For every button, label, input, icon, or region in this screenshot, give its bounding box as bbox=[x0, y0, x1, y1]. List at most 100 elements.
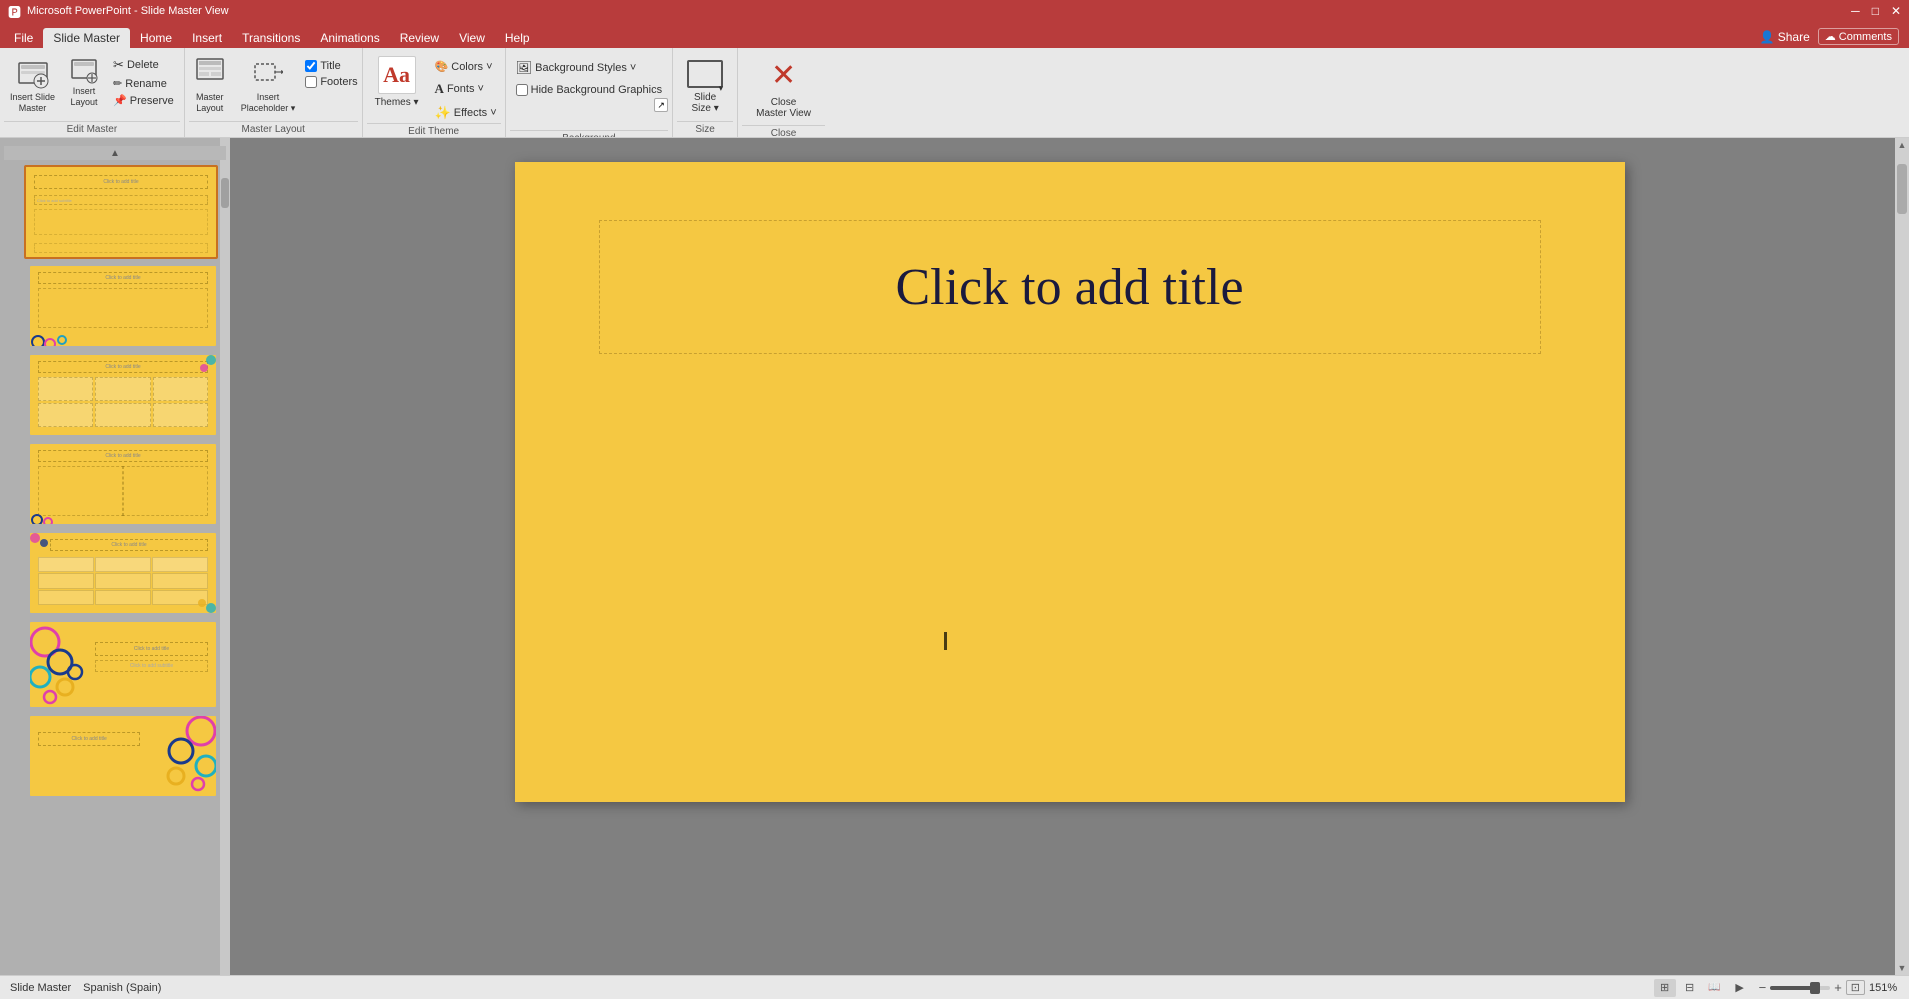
normal-view-btn[interactable]: ⊞ bbox=[1654, 979, 1676, 997]
status-view: Slide Master bbox=[10, 982, 71, 994]
ribbon: Insert SlideMaster InsertLayout bbox=[0, 48, 1909, 138]
insert-layout-btn[interactable]: InsertLayout bbox=[63, 52, 105, 121]
slideshow-btn[interactable]: ▶ bbox=[1729, 979, 1751, 997]
insert-placeholder-btn[interactable]: InsertPlaceholder ▾ bbox=[235, 52, 302, 118]
preserve-icon: 📌 bbox=[113, 94, 127, 107]
rename-icon: ✏ bbox=[113, 77, 122, 90]
share-btn[interactable]: 👤 Share bbox=[1760, 30, 1810, 44]
edit-master-label: Edit Master bbox=[4, 121, 180, 137]
edit-theme-label: Edit Theme bbox=[367, 123, 501, 138]
slide-title-text: Click to add title bbox=[895, 258, 1243, 317]
slide-title-placeholder[interactable]: Click to add title bbox=[599, 220, 1541, 354]
slide-sorter-btn[interactable]: ⊟ bbox=[1679, 979, 1701, 997]
slide-thumb-inner-3: Click to add title bbox=[30, 355, 216, 435]
tab-review[interactable]: Review bbox=[390, 28, 449, 48]
share-icon: 👤 bbox=[1760, 30, 1775, 44]
slide-thumb-inner-4: Click to add title bbox=[30, 444, 216, 524]
ribbon-tabs-bar: File Slide Master Home Insert Transition… bbox=[0, 22, 1909, 48]
slide-size-icon: ▾ bbox=[687, 60, 723, 88]
insert-layout-icon bbox=[69, 56, 99, 86]
insert-placeholder-icon bbox=[253, 56, 283, 92]
tab-file[interactable]: File bbox=[4, 28, 43, 48]
canvas-area: Click to add title ▲ ▼ bbox=[230, 138, 1909, 975]
comments-btn[interactable]: ☁ Comments bbox=[1818, 28, 1899, 45]
slide-thumb-inner-2: Click to add title bbox=[30, 266, 216, 346]
ribbon-group-close: ✕ CloseMaster View Close bbox=[738, 48, 829, 137]
slide-thumb-2[interactable]: Click to add title bbox=[28, 264, 218, 348]
status-language: Spanish (Spain) bbox=[83, 982, 161, 994]
title-bar: 🅿 Microsoft PowerPoint - Slide Master Vi… bbox=[0, 0, 1909, 22]
slide-thumb-6[interactable]: Click to add title Click to add subtitle bbox=[28, 620, 218, 709]
tab-animations[interactable]: Animations bbox=[310, 28, 389, 48]
delete-icon: ✂ bbox=[113, 57, 124, 73]
close-app-btn[interactable]: ✕ bbox=[1891, 4, 1901, 18]
main-area: ▲ Click to add title Click to add subtit… bbox=[0, 138, 1909, 975]
footers-checkbox[interactable]: Footers bbox=[305, 76, 357, 88]
tab-insert[interactable]: Insert bbox=[182, 28, 232, 48]
app-icon: 🅿 bbox=[8, 2, 21, 21]
ribbon-group-background: 🖼 Background Styles ˅ Hide Background Gr… bbox=[506, 48, 673, 137]
slide-panel-scrollbar[interactable] bbox=[220, 138, 230, 975]
tab-transitions[interactable]: Transitions bbox=[232, 28, 310, 48]
bg-styles-icon: 🖼 bbox=[516, 60, 533, 76]
effects-btn[interactable]: ✨ Effects ˅ bbox=[431, 103, 501, 123]
tab-help[interactable]: Help bbox=[495, 28, 540, 48]
canvas-vscrollbar[interactable]: ▲ ▼ bbox=[1895, 138, 1909, 975]
title-checkbox[interactable]: Title bbox=[305, 60, 357, 72]
tab-home[interactable]: Home bbox=[130, 28, 182, 48]
background-styles-btn[interactable]: 🖼 Background Styles ˅ bbox=[510, 58, 668, 78]
zoom-area: − + ⊡ 151% bbox=[1759, 980, 1899, 995]
slide-thumb-inner-6: Click to add title Click to add subtitle bbox=[30, 622, 216, 707]
themes-icon: Aa bbox=[378, 56, 416, 94]
close-label: Close bbox=[742, 125, 825, 138]
view-buttons: ⊞ ⊟ 📖 ▶ bbox=[1654, 979, 1751, 997]
scroll-up-arrow[interactable]: ▲ bbox=[4, 146, 226, 160]
zoom-level: 151% bbox=[1869, 982, 1899, 994]
status-bar: Slide Master Spanish (Spain) ⊞ ⊟ 📖 ▶ − +… bbox=[0, 975, 1909, 999]
zoom-out-btn[interactable]: − bbox=[1759, 980, 1767, 995]
delete-btn[interactable]: ✂ Delete bbox=[109, 56, 178, 74]
ribbon-group-size: ▾ SlideSize ▾ Size bbox=[673, 48, 738, 137]
effects-icon: ✨ bbox=[435, 105, 451, 121]
colors-btn[interactable]: 🎨 Colors ˅ bbox=[431, 58, 501, 75]
slide-thumb-1[interactable]: Click to add title Click to add subtitle bbox=[12, 165, 218, 259]
slide-size-btn[interactable]: ▾ SlideSize ▾ bbox=[677, 56, 733, 118]
preserve-btn[interactable]: 📌 Preserve bbox=[109, 93, 178, 108]
ribbon-group-edit-master: Insert SlideMaster InsertLayout bbox=[0, 48, 185, 137]
themes-btn[interactable]: Aa Themes ▾ bbox=[367, 52, 427, 112]
hide-bg-checkbox[interactable]: Hide Background Graphics bbox=[510, 82, 668, 98]
zoom-fit-btn[interactable]: ⊡ bbox=[1846, 980, 1865, 995]
slide-thumb-4[interactable]: Click to add title bbox=[28, 442, 218, 526]
minimize-btn[interactable]: ─ bbox=[1851, 4, 1860, 18]
rename-btn[interactable]: ✏ Rename bbox=[109, 76, 178, 91]
background-label: Background bbox=[510, 130, 668, 138]
slide-thumb-inner-1: Click to add title Click to add subtitle bbox=[26, 167, 216, 257]
status-bar-right: ⊞ ⊟ 📖 ▶ − + ⊡ 151% bbox=[1654, 979, 1899, 997]
zoom-slider[interactable] bbox=[1770, 986, 1830, 990]
slide-thumb-5[interactable]: Click to add title bbox=[28, 531, 218, 615]
ribbon-group-master-layout: MasterLayout InsertPlaceholder ▾ Title bbox=[185, 48, 363, 137]
reading-view-btn[interactable]: 📖 bbox=[1704, 979, 1726, 997]
master-layout-label: Master Layout bbox=[189, 121, 358, 137]
ribbon-group-edit-theme: Aa Themes ▾ 🎨 Colors ˅ A Fonts ˅ ✨ Effec… bbox=[363, 48, 506, 137]
master-layout-btn[interactable]: MasterLayout bbox=[189, 52, 231, 118]
maximize-btn[interactable]: □ bbox=[1872, 4, 1879, 18]
slide-thumb-7[interactable]: Click to add title bbox=[28, 714, 218, 798]
slide-thumb-inner-5: Click to add title bbox=[30, 533, 216, 613]
close-master-view-btn[interactable]: ✕ CloseMaster View bbox=[742, 52, 825, 125]
title-bar-text: Microsoft PowerPoint - Slide Master View bbox=[27, 5, 229, 17]
tab-view[interactable]: View bbox=[449, 28, 495, 48]
close-master-view-icon: ✕ bbox=[771, 58, 796, 93]
fonts-icon: A bbox=[435, 81, 444, 97]
slide-panel: ▲ Click to add title Click to add subtit… bbox=[0, 138, 230, 975]
zoom-in-btn[interactable]: + bbox=[1834, 980, 1842, 995]
fonts-btn[interactable]: A Fonts ˅ bbox=[431, 79, 501, 99]
insert-slide-master-btn[interactable]: Insert SlideMaster bbox=[4, 52, 61, 121]
background-group-expander[interactable]: ↗ bbox=[654, 98, 668, 112]
insert-slide-master-icon bbox=[15, 56, 51, 92]
tab-slide-master[interactable]: Slide Master bbox=[43, 28, 130, 48]
slide-thumb-inner-7: Click to add title bbox=[30, 716, 216, 796]
colors-icon: 🎨 bbox=[435, 60, 449, 73]
slide-thumb-3[interactable]: Click to add title bbox=[28, 353, 218, 437]
slide-canvas[interactable]: Click to add title bbox=[515, 162, 1625, 802]
